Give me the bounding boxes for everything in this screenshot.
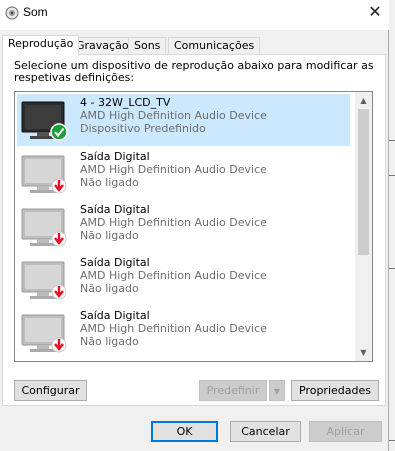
configure-button[interactable]: Configurar [14, 380, 87, 401]
device-list[interactable]: 4 - 32W_LCD_TV AMD High Definition Audio… [14, 91, 373, 362]
set-default-dropdown[interactable]: ▼ [269, 380, 285, 401]
monitor-disconnected-icon [20, 258, 72, 304]
device-name: Saída Digital [80, 203, 150, 216]
device-driver: AMD High Definition Audio Device [80, 109, 267, 122]
window-title: Som [23, 5, 48, 19]
background-window [388, 0, 395, 451]
monitor-disconnected-icon [20, 152, 72, 198]
scroll-thumb[interactable] [358, 109, 369, 255]
speaker-icon [5, 6, 19, 20]
background-window-edge [388, 140, 395, 141]
apply-button[interactable]: Aplicar [309, 421, 382, 442]
title-bar[interactable]: Som ✕ [0, 0, 389, 30]
device-name: Saída Digital [80, 150, 150, 163]
device-name: Saída Digital [80, 309, 150, 322]
close-icon[interactable]: ✕ [362, 2, 388, 24]
monitor-disconnected-icon [20, 311, 72, 357]
device-item[interactable]: Saída Digital AMD High Definition Audio … [17, 254, 350, 306]
device-status: Dispositivo Predefinido [80, 122, 206, 135]
background-window-edge [388, 268, 395, 269]
background-window-edge [388, 175, 395, 176]
monitor-default-check-icon [20, 98, 72, 144]
scroll-down-icon[interactable]: ▼ [355, 344, 372, 361]
tab-strip: Reprodução Gravação Sons Comunicações [0, 35, 389, 56]
device-name: 4 - 32W_LCD_TV [80, 96, 171, 109]
device-driver: AMD High Definition Audio Device [80, 216, 267, 229]
device-item[interactable]: Saída Digital AMD High Definition Audio … [17, 148, 350, 200]
properties-button[interactable]: Propriedades [291, 380, 379, 401]
set-default-button[interactable]: Predefinir [199, 380, 267, 401]
device-item[interactable]: Saída Digital AMD High Definition Audio … [17, 307, 350, 359]
device-driver: AMD High Definition Audio Device [80, 322, 267, 335]
device-status: Não ligado [80, 282, 139, 295]
device-item[interactable]: Saída Digital AMD High Definition Audio … [17, 201, 350, 253]
playback-panel: Selecione um dispositivo de reprodução a… [2, 54, 386, 406]
chevron-down-icon: ▼ [273, 387, 281, 396]
tab-playback[interactable]: Reprodução [2, 35, 80, 56]
background-window-edge [388, 440, 395, 441]
device-list-scrollbar[interactable]: ▲ ▼ [355, 92, 372, 361]
device-driver: AMD High Definition Audio Device [80, 269, 267, 282]
ok-button[interactable]: OK [151, 421, 218, 442]
tab-recording[interactable]: Gravação [70, 37, 135, 54]
device-item[interactable]: 4 - 32W_LCD_TV AMD High Definition Audio… [17, 94, 350, 146]
instructions-text: Selecione um dispositivo de reprodução a… [14, 59, 374, 84]
monitor-disconnected-icon [20, 205, 72, 251]
device-status: Não ligado [80, 335, 139, 348]
device-status: Não ligado [80, 176, 139, 189]
tab-communications[interactable]: Comunicações [168, 37, 261, 54]
sound-dialog: Som ✕ Reprodução Gravação Sons Comunicaç… [0, 0, 389, 451]
device-status: Não ligado [80, 229, 139, 242]
scroll-up-icon[interactable]: ▲ [355, 92, 372, 109]
cancel-button[interactable]: Cancelar [230, 421, 301, 442]
device-driver: AMD High Definition Audio Device [80, 163, 267, 176]
tab-sounds[interactable]: Sons [128, 37, 167, 54]
device-name: Saída Digital [80, 256, 150, 269]
